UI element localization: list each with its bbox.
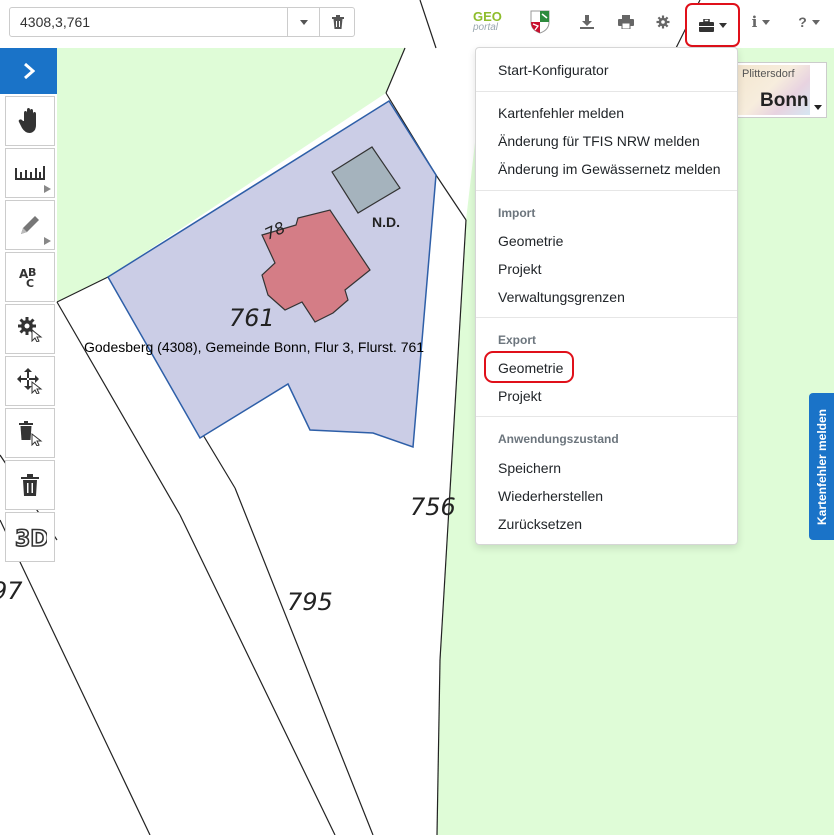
draw-tool-button[interactable] (5, 200, 55, 250)
submenu-arrow-icon (44, 185, 51, 193)
basemap-switcher[interactable]: Plittersdorf Bonn (735, 62, 827, 118)
basemap-thumbnail: Plittersdorf Bonn (738, 65, 810, 115)
menu-item-start-configurator[interactable]: Start-Konfigurator (476, 56, 737, 84)
expand-sidebar-button[interactable] (0, 48, 57, 94)
parcel-tooltip: Godesberg (4308), Gemeinde Bonn, Flur 3,… (84, 339, 425, 355)
3d-view-button[interactable]: 3D (5, 512, 55, 562)
menu-item-reset[interactable]: Zurücksetzen (476, 510, 737, 538)
delete-select-icon (19, 421, 43, 446)
menu-item-report-tfis[interactable]: Änderung für TFIS NRW melden (476, 127, 737, 155)
chevron-down-icon (762, 19, 771, 25)
menu-item-report-map-error[interactable]: Kartenfehler melden (476, 99, 737, 127)
menu-header-import: Import (498, 206, 536, 220)
settings-button[interactable] (652, 6, 674, 38)
measure-tool-button[interactable] (5, 148, 55, 198)
menu-item-import-admin-borders[interactable]: Verwaltungsgrenzen (476, 283, 737, 311)
info-icon: i (751, 13, 758, 31)
menu-divider (476, 190, 737, 191)
print-button[interactable] (614, 6, 638, 38)
info-button[interactable]: i (745, 6, 777, 38)
printer-icon (618, 15, 634, 29)
tools-menu-button[interactable] (685, 3, 740, 47)
menu-item-report-water-network[interactable]: Änderung im Gewässernetz melden (476, 155, 737, 183)
menu-item-save[interactable]: Speichern (476, 454, 737, 482)
search-dropdown-button[interactable] (287, 8, 320, 36)
menu-divider (476, 317, 737, 318)
chevron-down-icon (718, 22, 727, 28)
trash-icon (332, 15, 344, 29)
basemap-label-big: Bonn (760, 90, 809, 111)
menu-item-import-project[interactable]: Projekt (476, 255, 737, 283)
menu-item-restore[interactable]: Wiederherstellen (476, 482, 737, 510)
menu-header-app-state: Anwendungszustand (498, 432, 619, 446)
move-tool-button[interactable] (5, 356, 55, 406)
report-map-error-tab[interactable]: Kartenfehler melden (809, 393, 834, 540)
map-label-nd: N.D. (372, 214, 400, 230)
map-toolbar: A B C 3D (5, 96, 57, 564)
question-icon: ? (798, 14, 807, 30)
chevron-down-icon (814, 105, 822, 110)
help-button[interactable]: ? (792, 6, 826, 38)
nrw-coat-of-arms-icon (530, 10, 550, 34)
chevron-right-icon (23, 63, 35, 79)
menu-item-export-project[interactable]: Projekt (476, 382, 737, 410)
move-icon (17, 368, 43, 394)
hand-icon (18, 108, 36, 133)
basemap-label-small: Plittersdorf (742, 68, 795, 80)
search-clear-button[interactable] (319, 8, 356, 36)
search-input[interactable] (10, 8, 286, 36)
download-icon (580, 15, 594, 29)
report-map-error-tab-label: Kartenfehler melden (814, 408, 829, 525)
download-button[interactable] (576, 6, 598, 38)
pencil-icon (21, 216, 39, 234)
chevron-down-icon (300, 19, 308, 25)
pan-tool-button[interactable] (5, 96, 55, 146)
text-tool-button[interactable]: A B C (5, 252, 55, 302)
search-box (9, 7, 355, 37)
gear-icon (656, 15, 670, 29)
briefcase-icon (698, 18, 714, 32)
geoportal-logo[interactable]: GEO portal (470, 6, 508, 38)
nrw-logo[interactable] (528, 6, 552, 38)
geo-logo-subtext: portal (473, 22, 499, 33)
delete-all-tool-button[interactable] (5, 460, 55, 510)
text-abc-icon: A B C (19, 266, 36, 289)
ruler-icon (15, 166, 45, 180)
map-label-parcel-795: 795 (287, 588, 333, 616)
top-bar: GEO portal (0, 0, 834, 47)
trash-icon (21, 474, 39, 496)
menu-divider (476, 91, 737, 92)
chevron-down-icon (811, 19, 820, 25)
tools-dropdown-menu: Start-Konfigurator Kartenfehler melden Ä… (475, 47, 738, 545)
svg-text:C: C (26, 277, 34, 289)
3d-icon: 3D (14, 526, 47, 550)
map-label-parcel-756: 756 (410, 493, 456, 521)
edit-properties-tool-button[interactable] (5, 304, 55, 354)
menu-item-export-geometry[interactable]: Geometrie (476, 354, 737, 382)
menu-divider (476, 416, 737, 417)
svg-text:3D: 3D (15, 527, 47, 550)
menu-item-import-geometry[interactable]: Geometrie (476, 227, 737, 255)
submenu-arrow-icon (44, 237, 51, 245)
map-label-parcel-761: 761 (229, 304, 275, 332)
delete-select-tool-button[interactable] (5, 408, 55, 458)
menu-header-export: Export (498, 333, 537, 347)
map-label-parcel-97: 97 (0, 577, 23, 605)
gear-edit-icon (18, 317, 43, 342)
